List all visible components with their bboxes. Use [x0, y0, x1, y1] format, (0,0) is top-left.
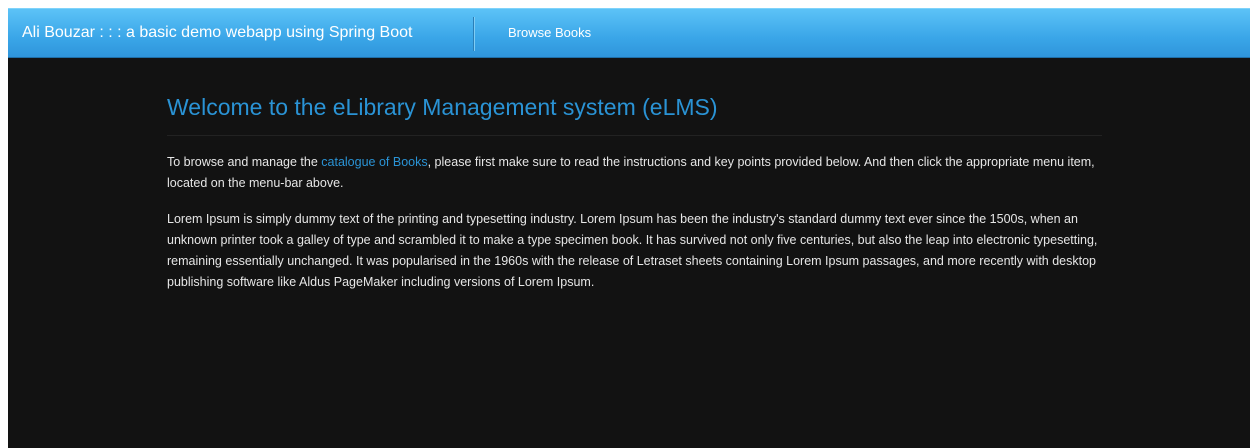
- intro-text-before: To browse and manage the: [167, 155, 322, 169]
- catalogue-link[interactable]: catalogue of Books: [321, 155, 427, 169]
- page-title: Welcome to the eLibrary Management syste…: [167, 94, 718, 120]
- title-divider: [167, 135, 1102, 136]
- navbar-divider: [473, 17, 474, 51]
- brand-link[interactable]: Ali Bouzar : : : a basic demo webapp usi…: [22, 9, 412, 59]
- intro-paragraph: To browse and manage the catalogue of Bo…: [167, 152, 1102, 194]
- main-content: Welcome to the eLibrary Management syste…: [167, 58, 1102, 293]
- navbar: Ali Bouzar : : : a basic demo webapp usi…: [8, 8, 1250, 58]
- lorem-paragraph: Lorem Ipsum is simply dummy text of the …: [167, 212, 1098, 289]
- nav-item-browse-books[interactable]: Browse Books: [508, 9, 591, 59]
- app-window: Ali Bouzar : : : a basic demo webapp usi…: [8, 8, 1250, 448]
